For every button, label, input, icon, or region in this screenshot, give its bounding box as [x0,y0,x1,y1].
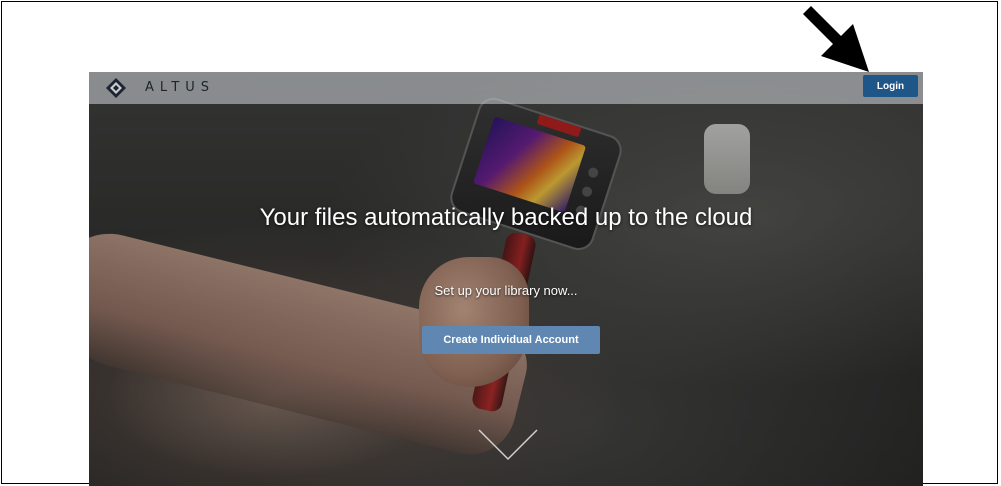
callout-arrow-icon [803,6,869,72]
altus-logo-icon[interactable] [105,77,127,99]
create-individual-account-button[interactable]: Create Individual Account [422,326,600,354]
login-button[interactable]: Login [863,75,918,97]
brand-name[interactable]: ALTUS [145,80,215,95]
chevron-down-icon[interactable] [477,428,539,462]
browser-viewport: ALTUS Login Your files automatically bac… [89,72,923,486]
top-navbar: ALTUS Login [89,72,923,104]
hero-subtitle: Set up your library now... [434,283,578,298]
hero-title: Your files automatically backed up to th… [259,204,753,231]
